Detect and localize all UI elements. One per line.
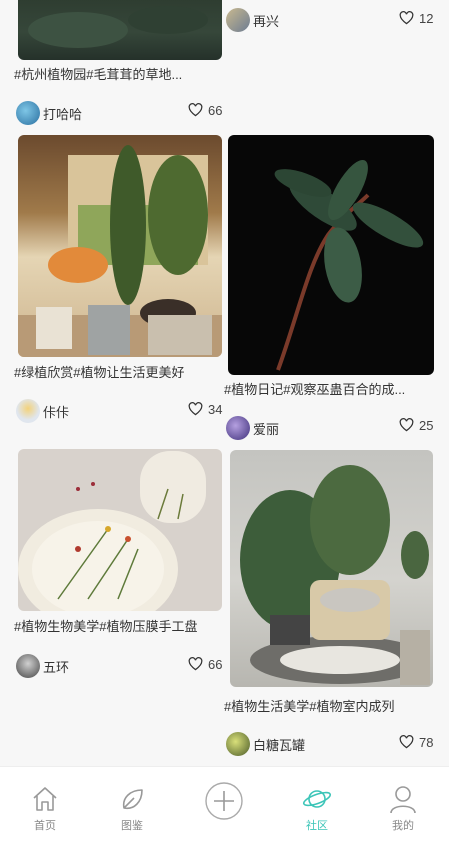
like-count[interactable]: 66	[188, 98, 222, 122]
avatar	[16, 399, 40, 423]
post-author[interactable]: 五环	[16, 654, 69, 678]
like-number: 12	[419, 10, 434, 26]
like-count[interactable]: 66	[188, 652, 222, 676]
post-caption: #植物生活美学#植物室内成列	[224, 699, 395, 714]
post-image[interactable]	[18, 0, 222, 60]
post-caption: #杭州植物园#毛茸茸的草地...	[14, 67, 183, 82]
post-image[interactable]	[228, 135, 434, 375]
tab-label: 我的	[392, 820, 414, 832]
like-number: 25	[419, 417, 434, 433]
post-author[interactable]: 白糖瓦罐	[226, 732, 305, 756]
heart-icon	[188, 103, 203, 117]
tab-community[interactable]: 社区	[272, 767, 362, 837]
avatar	[226, 416, 250, 440]
like-number: 78	[419, 734, 434, 750]
post-author[interactable]: 爱丽	[226, 416, 279, 440]
user-icon	[389, 783, 417, 815]
heart-icon	[399, 735, 414, 749]
like-count[interactable]: 25	[399, 413, 433, 437]
heart-icon	[399, 418, 414, 432]
planet-icon	[302, 783, 332, 815]
post-author[interactable]: 佧佧	[16, 399, 69, 423]
author-name: 再兴	[253, 13, 280, 29]
post-image[interactable]	[18, 449, 222, 611]
post-image[interactable]	[230, 450, 433, 687]
tab-publish[interactable]	[179, 767, 269, 837]
tab-mine[interactable]: 我的	[358, 767, 448, 837]
tab-label: 社区	[306, 820, 328, 832]
author-name: 白糖瓦罐	[253, 737, 306, 753]
heart-icon	[399, 11, 414, 25]
heart-icon	[188, 402, 203, 416]
like-count[interactable]: 34	[188, 397, 222, 421]
tab-label: 首页	[34, 820, 56, 832]
author-name: 五环	[43, 659, 70, 675]
avatar	[16, 101, 40, 125]
post-caption: #植物生物美学#植物压膜手工盘	[14, 619, 198, 634]
avatar	[226, 732, 250, 756]
author-name: 打哈哈	[43, 106, 83, 122]
home-icon	[31, 783, 59, 815]
avatar	[16, 654, 40, 678]
tab-guide[interactable]: 图鉴	[87, 767, 177, 837]
post-author[interactable]: 再兴	[226, 8, 279, 32]
tab-label: 图鉴	[121, 820, 143, 832]
like-number: 34	[208, 401, 223, 417]
post-caption: #植物日记#观察巫蛊百合的成...	[224, 382, 406, 397]
add-icon	[205, 782, 243, 820]
like-count[interactable]: 12	[399, 6, 433, 30]
like-count[interactable]: 78	[399, 730, 433, 754]
like-number: 66	[208, 656, 223, 672]
heart-icon	[188, 657, 203, 671]
avatar	[226, 8, 250, 32]
leaf-icon	[118, 783, 146, 815]
author-name: 爱丽	[253, 421, 280, 437]
post-author[interactable]: 打哈哈	[16, 101, 82, 125]
bottom-tab-bar: 首页 图鉴 社区 我的	[0, 766, 449, 847]
post-caption: #绿植欣赏#植物让生活更美好	[14, 365, 185, 380]
feed: #杭州植物园#毛茸茸的草地... 打哈哈 66 再兴 12 #绿植欣赏#植物让生…	[0, 0, 449, 766]
tab-home[interactable]: 首页	[0, 767, 90, 837]
post-image[interactable]	[18, 135, 222, 357]
like-number: 66	[208, 102, 223, 118]
author-name: 佧佧	[43, 404, 70, 420]
